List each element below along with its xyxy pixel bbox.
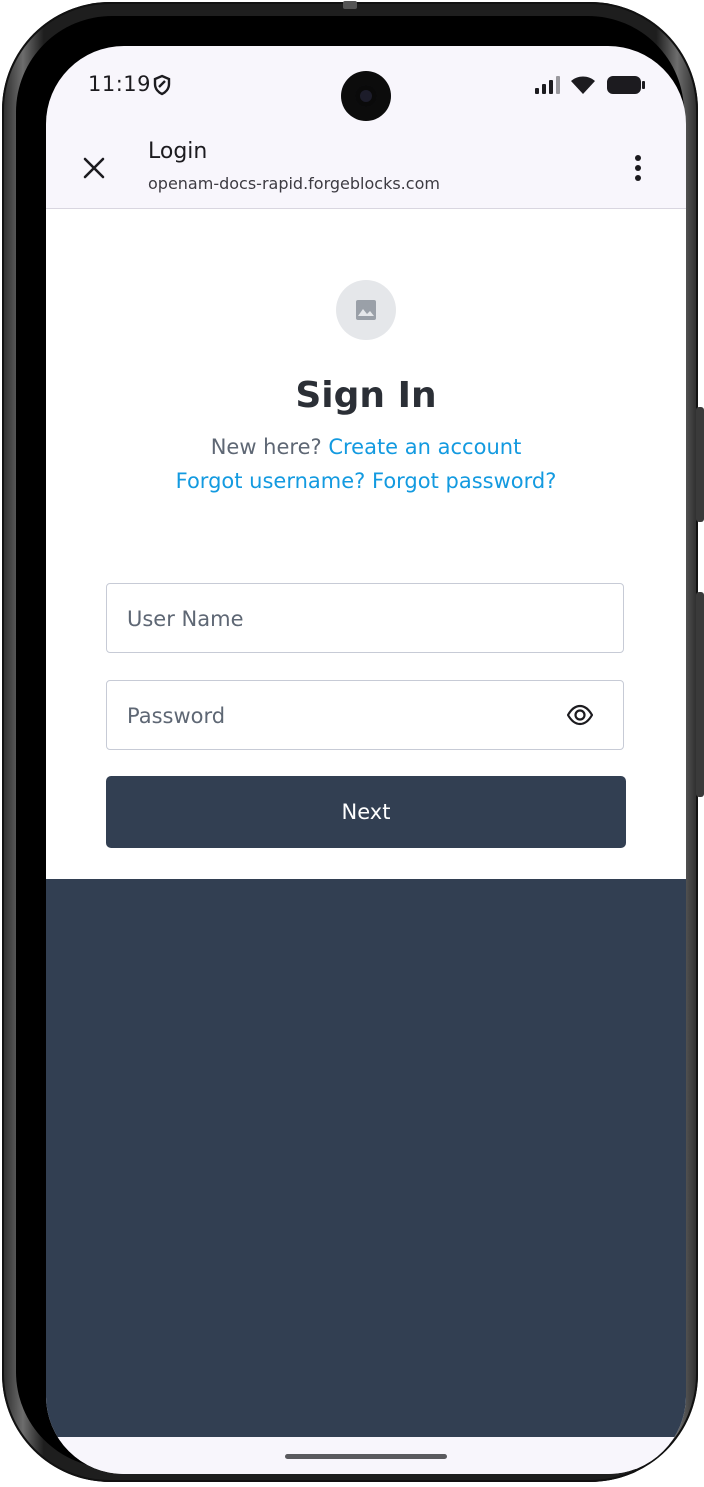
forgot-password-link[interactable]: Forgot password?: [372, 469, 556, 493]
battery-icon: [606, 74, 646, 100]
status-icons: [534, 74, 646, 100]
more-vert-icon[interactable]: [620, 148, 656, 188]
gesture-nav-bar: [46, 1437, 686, 1474]
home-handle[interactable]: [285, 1454, 447, 1459]
login-card: Sign In New here? Create an account Forg…: [46, 209, 686, 879]
password-field[interactable]: [106, 680, 624, 751]
username-input[interactable]: [125, 584, 549, 654]
next-button[interactable]: Next: [106, 776, 626, 848]
front-camera: [341, 71, 391, 121]
shield-icon: [152, 74, 172, 100]
page-background: [46, 879, 686, 1437]
power-button: [696, 592, 704, 797]
eye-icon[interactable]: [566, 703, 594, 731]
bezel: 11:19 Login openam-docs-rapid.forgeblock…: [16, 16, 686, 1474]
custom-tab-toolbar: Login openam-docs-rapid.forgeblocks.com: [46, 126, 686, 209]
status-bar: 11:19: [46, 46, 686, 126]
page-url[interactable]: openam-docs-rapid.forgeblocks.com: [148, 174, 440, 193]
new-here-text: New here?: [210, 435, 322, 459]
forgot-links: Forgot username? Forgot password?: [46, 469, 686, 493]
screen: 11:19 Login openam-docs-rapid.forgeblock…: [46, 46, 686, 1474]
signal-icon: [534, 75, 560, 99]
create-account-link[interactable]: Create an account: [328, 435, 521, 459]
password-input[interactable]: [125, 681, 549, 751]
page-heading: Sign In: [295, 375, 437, 416]
frame-notch: [343, 1, 357, 9]
wifi-icon: [570, 75, 596, 99]
image-placeholder-icon: [336, 280, 396, 340]
signup-prompt: New here? Create an account: [46, 435, 686, 459]
username-field[interactable]: [106, 583, 624, 654]
phone-frame: 11:19 Login openam-docs-rapid.forgeblock…: [2, 1, 704, 1482]
page-title: Login: [148, 139, 208, 164]
status-time: 11:19: [88, 72, 152, 96]
close-icon[interactable]: [76, 150, 112, 186]
volume-button: [696, 407, 704, 522]
forgot-username-link[interactable]: Forgot username?: [176, 469, 366, 493]
